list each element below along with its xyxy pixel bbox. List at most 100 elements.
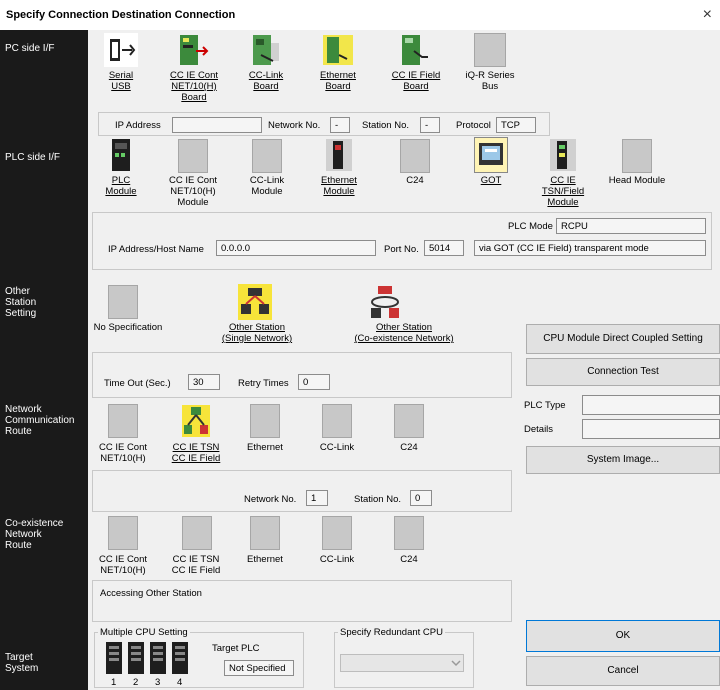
section-label-column bbox=[0, 30, 88, 690]
tile-cc-ie-cont-module[interactable]: CC IE Cont NET/10(H) Module bbox=[162, 175, 224, 208]
cancel-button[interactable]: Cancel bbox=[526, 656, 720, 686]
blank-tile-icon[interactable] bbox=[250, 404, 280, 438]
blank-tile-icon[interactable] bbox=[394, 516, 424, 550]
tile-no-specification[interactable]: No Specification bbox=[86, 322, 170, 333]
ethernet-board-icon[interactable] bbox=[321, 33, 355, 67]
network-no-field[interactable]: - bbox=[330, 117, 350, 133]
cc-ie-cont-board-icon[interactable] bbox=[176, 33, 210, 67]
route-cc-ie-tsn[interactable]: CC IE TSN CC IE Field bbox=[164, 442, 228, 464]
coex-cc-link[interactable]: CC-Link bbox=[310, 554, 364, 565]
blank-tile-icon[interactable] bbox=[394, 404, 424, 438]
ip-address-label: IP Address bbox=[115, 120, 161, 131]
serial-usb-icon[interactable] bbox=[104, 33, 138, 67]
connection-test-button[interactable]: Connection Test bbox=[526, 358, 720, 386]
coexistence-route-label: Co-existence Network Route bbox=[5, 518, 64, 551]
chevron-down-icon[interactable] bbox=[450, 657, 462, 669]
route-cc-link[interactable]: CC-Link bbox=[310, 442, 364, 453]
cpu-number-3: 3 bbox=[155, 677, 161, 688]
retry-field[interactable]: 0 bbox=[298, 374, 330, 390]
other-station-label: Other Station Setting bbox=[5, 286, 37, 319]
protocol-field[interactable]: TCP bbox=[496, 117, 536, 133]
tile-ethernet-module[interactable]: Ethernet Module bbox=[310, 175, 368, 197]
route-station-no-label: Station No. bbox=[354, 494, 401, 505]
pc-side-label: PC side I/F bbox=[5, 43, 55, 54]
accessing-panel bbox=[92, 580, 512, 622]
network-route-label: Network Communication Route bbox=[5, 404, 75, 437]
coex-cc-ie-tsn[interactable]: CC IE TSN CC IE Field bbox=[164, 554, 228, 576]
cpu-direct-coupled-button[interactable]: CPU Module Direct Coupled Setting bbox=[526, 324, 720, 354]
route-cc-ie-cont[interactable]: CC IE Cont NET/10(H) bbox=[92, 442, 154, 464]
target-system-label: Target System bbox=[5, 652, 39, 674]
route-network-no-field[interactable]: 1 bbox=[306, 490, 328, 506]
cpu-1-icon[interactable] bbox=[104, 640, 124, 676]
route-station-no-field[interactable]: 0 bbox=[410, 490, 432, 506]
cc-ie-tsn-field-icon[interactable] bbox=[180, 403, 212, 439]
tile-cc-ie-cont-board[interactable]: CC IE Cont NET/10(H) Board bbox=[163, 70, 225, 103]
multiple-cpu-label: Multiple CPU Setting bbox=[98, 627, 190, 638]
blank-tile-icon[interactable] bbox=[252, 139, 282, 173]
route-settings-panel bbox=[92, 470, 512, 512]
ip-host-field[interactable]: 0.0.0.0 bbox=[216, 240, 376, 256]
accessing-text: Accessing Other Station bbox=[100, 588, 202, 599]
cc-ie-field-board-icon[interactable] bbox=[398, 33, 432, 67]
cpu-2-icon[interactable] bbox=[126, 640, 146, 676]
tile-iq-r-bus[interactable]: iQ-R Series Bus bbox=[456, 70, 524, 92]
cc-link-board-icon[interactable] bbox=[249, 33, 283, 67]
tile-cc-ie-tsn-module[interactable]: CC IE TSN/Field Module bbox=[534, 175, 592, 208]
system-image-button[interactable]: System Image... bbox=[526, 446, 720, 474]
station-no-field[interactable]: - bbox=[420, 117, 440, 133]
blank-tile-icon[interactable] bbox=[108, 516, 138, 550]
port-no-label: Port No. bbox=[384, 244, 419, 255]
tile-serial-usb[interactable]: Serial USB bbox=[92, 70, 150, 92]
single-network-icon[interactable] bbox=[238, 284, 272, 320]
tile-cc-link-board[interactable]: CC-Link Board bbox=[239, 70, 293, 92]
coexistence-network-icon[interactable] bbox=[368, 284, 402, 320]
plc-mode-field[interactable]: RCPU bbox=[556, 218, 706, 234]
tile-got[interactable]: GOT bbox=[468, 175, 514, 186]
got-icon[interactable] bbox=[474, 137, 508, 173]
blank-tile-icon[interactable] bbox=[400, 139, 430, 173]
tile-ethernet-board[interactable]: Ethernet Board bbox=[309, 70, 367, 92]
cpu-3-icon[interactable] bbox=[148, 640, 168, 676]
close-icon[interactable]: × bbox=[703, 6, 712, 24]
coex-ethernet[interactable]: Ethernet bbox=[236, 554, 294, 565]
protocol-label: Protocol bbox=[456, 120, 491, 131]
coex-c24[interactable]: C24 bbox=[386, 554, 432, 565]
blank-tile-icon[interactable] bbox=[108, 404, 138, 438]
details-label: Details bbox=[524, 424, 554, 435]
plc-mode-label: PLC Mode bbox=[508, 221, 553, 232]
iq-r-bus-icon[interactable] bbox=[474, 33, 506, 67]
blank-tile-icon[interactable] bbox=[178, 139, 208, 173]
ok-button[interactable]: OK bbox=[526, 620, 720, 652]
no-specification-icon[interactable] bbox=[108, 285, 138, 319]
tile-other-station-single[interactable]: Other Station (Single Network) bbox=[212, 322, 302, 344]
coex-cc-ie-cont[interactable]: CC IE Cont NET/10(H) bbox=[92, 554, 154, 576]
timeout-field[interactable]: 30 bbox=[188, 374, 220, 390]
route-c24[interactable]: C24 bbox=[386, 442, 432, 453]
title-bar: Specify Connection Destination Connectio… bbox=[0, 0, 720, 30]
target-plc-field: Not Specified bbox=[224, 660, 294, 676]
redundant-cpu-select[interactable] bbox=[340, 654, 464, 672]
tile-cc-ie-field-board[interactable]: CC IE Field Board bbox=[385, 70, 447, 92]
blank-tile-icon[interactable] bbox=[322, 516, 352, 550]
blank-tile-icon[interactable] bbox=[250, 516, 280, 550]
ip-address-field[interactable] bbox=[172, 117, 262, 133]
redundant-cpu-label: Specify Redundant CPU bbox=[338, 627, 445, 638]
plc-module-icon[interactable] bbox=[106, 137, 136, 173]
blank-tile-icon[interactable] bbox=[322, 404, 352, 438]
target-plc-label: Target PLC bbox=[212, 643, 260, 654]
cc-ie-tsn-module-icon[interactable] bbox=[548, 137, 578, 173]
blank-tile-icon[interactable] bbox=[622, 139, 652, 173]
cpu-4-icon[interactable] bbox=[170, 640, 190, 676]
route-ethernet[interactable]: Ethernet bbox=[236, 442, 294, 453]
tile-cc-link-module[interactable]: CC-Link Module bbox=[240, 175, 294, 197]
tile-other-station-coexistence[interactable]: Other Station (Co-existence Network) bbox=[340, 322, 468, 344]
route-network-no-label: Network No. bbox=[244, 494, 297, 505]
ethernet-module-icon[interactable] bbox=[324, 137, 354, 173]
window-title: Specify Connection Destination Connectio… bbox=[6, 9, 236, 21]
tile-c24[interactable]: C24 bbox=[392, 175, 438, 186]
blank-tile-icon[interactable] bbox=[182, 516, 212, 550]
tile-head-module[interactable]: Head Module bbox=[604, 175, 670, 186]
port-no-field[interactable]: 5014 bbox=[424, 240, 464, 256]
tile-plc-module[interactable]: PLC Module bbox=[96, 175, 146, 197]
